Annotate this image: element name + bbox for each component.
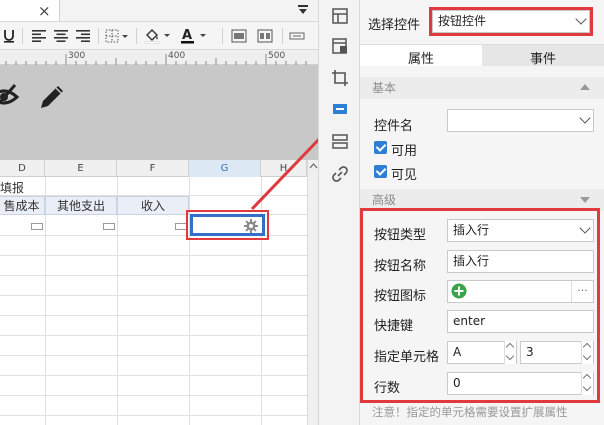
input-widget-marker xyxy=(31,223,43,230)
report-title-cell: 填报 xyxy=(0,181,25,195)
select-control-label: 选择控件 xyxy=(368,18,421,33)
chevron-down-icon xyxy=(579,112,591,124)
sheet-tab-bar: × xyxy=(0,0,318,22)
row-count-value: 0 xyxy=(453,376,461,390)
gear-icon[interactable] xyxy=(244,219,258,233)
row-count-field[interactable]: 0 xyxy=(447,372,594,395)
target-cell-column-value: A xyxy=(453,345,462,359)
target-cell-label: 指定单元格 xyxy=(374,350,440,365)
link-icon[interactable] xyxy=(330,164,350,184)
more-button[interactable]: ··· xyxy=(571,281,593,302)
property-panel: 选择控件 按钮控件 属性 事件 基本 控件名 可用 可见 高级 按钮类型 插入行… xyxy=(360,0,604,425)
side-icon-strip xyxy=(318,0,360,425)
widget-icon[interactable] xyxy=(330,99,350,119)
split-cells-icon[interactable] xyxy=(256,26,274,46)
shortcut-value: enter xyxy=(453,314,486,328)
select-control-highlight xyxy=(429,7,593,36)
plus-circle-icon[interactable] xyxy=(451,283,467,299)
tab-properties-label: 属性 xyxy=(408,52,435,67)
section-advanced-label: 高级 xyxy=(372,193,397,207)
spreadsheet-area: × A 300 400 500 D E F G H 填报 售成本 其他支出 收入 xyxy=(0,0,318,425)
section-basic-label: 基本 xyxy=(372,81,397,95)
enabled-label: 可用 xyxy=(391,144,418,159)
svg-text:A: A xyxy=(182,28,192,43)
eye-slash-icon[interactable] xyxy=(0,81,20,113)
input-widget-marker xyxy=(103,223,115,230)
visible-checkbox[interactable] xyxy=(374,165,387,178)
align-right-icon[interactable] xyxy=(74,26,92,46)
ruler-label: 500 xyxy=(268,51,286,61)
target-cell-row-value: 3 xyxy=(526,345,534,359)
button-type-label: 按钮类型 xyxy=(374,228,427,243)
crop-icon[interactable] xyxy=(330,68,350,88)
button-icon-field[interactable]: ··· xyxy=(447,280,594,303)
expand-icon xyxy=(580,197,590,203)
fill-color-icon[interactable] xyxy=(142,26,172,46)
underline-icon[interactable] xyxy=(2,26,16,46)
cell-element-icon[interactable] xyxy=(330,6,350,26)
vertical-scrollbar[interactable] xyxy=(307,160,318,425)
borders-icon[interactable] xyxy=(104,26,130,46)
button-name-label: 按钮名称 xyxy=(374,259,427,274)
button-type-value: 插入行 xyxy=(453,223,490,237)
cell-grid[interactable]: 填报 售成本 其他支出 收入 xyxy=(0,177,318,425)
enabled-checkbox[interactable] xyxy=(374,141,387,154)
header-cell: 收入 xyxy=(117,196,189,215)
ruler-label: 400 xyxy=(168,51,186,61)
merge-cells-icon[interactable] xyxy=(230,26,248,46)
button-icon-label: 按钮图标 xyxy=(374,289,427,304)
insert-row-icon[interactable] xyxy=(288,26,306,46)
preview-canvas xyxy=(0,65,318,160)
align-left-icon[interactable] xyxy=(30,26,48,46)
row-count-label: 行数 xyxy=(374,381,401,396)
dropdown-triangle-icon[interactable] xyxy=(297,4,309,16)
tab-events[interactable]: 事件 xyxy=(482,44,604,67)
shortcut-field[interactable]: enter xyxy=(447,310,594,333)
pencil-icon[interactable] xyxy=(36,81,68,113)
target-cell-row-field[interactable]: 3 xyxy=(520,341,594,364)
header-cell: 售成本 xyxy=(0,196,45,215)
properties-icon[interactable] xyxy=(330,36,350,56)
align-center-icon[interactable] xyxy=(52,26,70,46)
button-type-dropdown[interactable]: 插入行 xyxy=(447,219,594,242)
ruler-label: 300 xyxy=(68,51,86,61)
chevron-down-icon xyxy=(579,222,591,234)
visible-label: 可见 xyxy=(391,168,418,183)
tab-properties[interactable]: 属性 xyxy=(360,44,482,67)
control-name-field[interactable] xyxy=(447,109,594,132)
column-header-bar: D E F G H xyxy=(0,160,318,177)
font-color-icon[interactable]: A xyxy=(178,26,208,46)
column-header-e[interactable]: E xyxy=(45,160,117,177)
condition-icon[interactable] xyxy=(330,132,350,152)
column-header-f[interactable]: F xyxy=(117,160,189,177)
control-name-label: 控件名 xyxy=(374,119,414,134)
button-name-value: 插入行 xyxy=(453,254,490,268)
collapse-icon xyxy=(580,84,590,90)
row-stepper[interactable] xyxy=(581,341,593,364)
section-basic[interactable]: 基本 xyxy=(360,77,604,99)
row-count-stepper[interactable] xyxy=(581,372,593,395)
close-icon[interactable]: × xyxy=(38,2,51,20)
column-stepper[interactable] xyxy=(504,341,516,364)
scroll-up-icon[interactable] xyxy=(309,163,318,169)
column-header-g[interactable]: G xyxy=(189,160,261,177)
shortcut-label: 快捷键 xyxy=(374,319,414,334)
column-header-d[interactable]: D xyxy=(0,160,45,177)
note-text: 注意！指定的单元格需要设置扩展属性 xyxy=(372,405,568,419)
column-header-h[interactable]: H xyxy=(261,160,307,177)
target-cell-column-field[interactable]: A xyxy=(447,341,517,364)
tab-events-label: 事件 xyxy=(530,52,557,67)
button-name-field[interactable]: 插入行 xyxy=(447,250,594,273)
format-toolbar: A xyxy=(0,22,318,50)
horizontal-ruler: 300 400 500 xyxy=(0,50,318,65)
header-cell: 其他支出 xyxy=(45,196,117,215)
sheet-tab[interactable] xyxy=(0,0,60,21)
